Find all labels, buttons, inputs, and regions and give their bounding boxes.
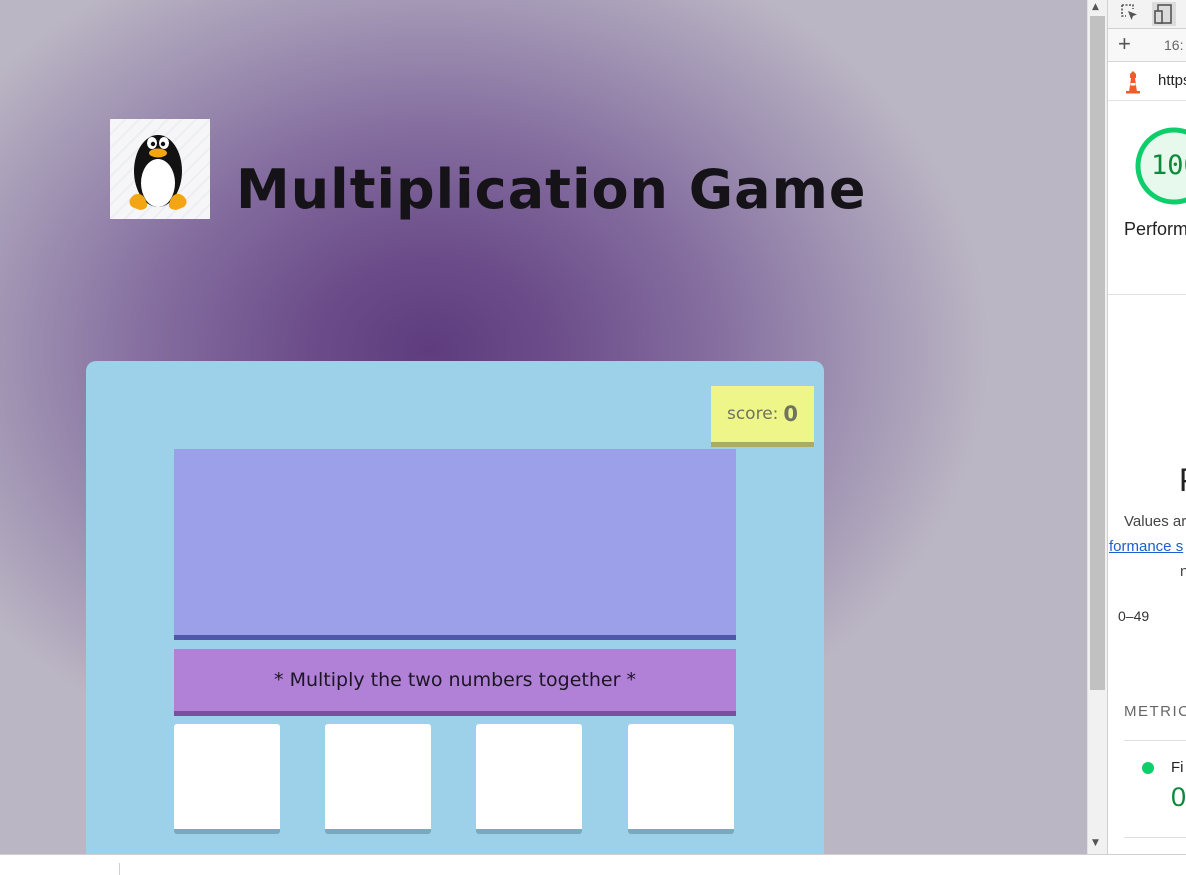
scrollbar-thumb[interactable] bbox=[1090, 16, 1105, 690]
divider bbox=[1124, 837, 1186, 838]
divider bbox=[1108, 294, 1186, 295]
penguin-logo-icon bbox=[110, 119, 210, 219]
answer-choice-2[interactable] bbox=[325, 724, 431, 834]
scroll-down-arrow-icon[interactable]: ▼ bbox=[1092, 838, 1099, 848]
page-scrollbar[interactable]: ▲ ▼ bbox=[1087, 0, 1107, 854]
devtools-panel: + 16: https 100 Perform P Values ar form… bbox=[1107, 0, 1186, 854]
device-toolbar-icon[interactable] bbox=[1152, 2, 1176, 26]
game-panel: score: 0 * Multiply the two numbers toge… bbox=[86, 361, 824, 854]
lighthouse-icon bbox=[1124, 70, 1142, 94]
divider bbox=[119, 863, 120, 875]
report-url: https bbox=[1158, 72, 1186, 89]
report-url-row: https bbox=[1108, 62, 1186, 101]
section-heading: P bbox=[1179, 462, 1186, 499]
performance-score-value: 100 bbox=[1151, 150, 1186, 181]
score-value: 0 bbox=[783, 402, 799, 426]
page-content: Multiplication Game score: 0 * Multiply … bbox=[0, 0, 1087, 854]
instruction-text: * Multiply the two numbers together * bbox=[274, 669, 636, 691]
values-estimate-text: Values ar bbox=[1124, 513, 1186, 530]
question-display bbox=[174, 449, 736, 640]
devtools-toolbar bbox=[1108, 0, 1186, 29]
report-time[interactable]: 16: bbox=[1164, 37, 1183, 53]
score-box: score: 0 bbox=[711, 386, 814, 447]
page-title: Multiplication Game bbox=[236, 158, 867, 221]
metrics-heading: METRIC bbox=[1124, 703, 1186, 720]
report-tabs: + 16: bbox=[1108, 29, 1186, 62]
inspect-element-icon[interactable] bbox=[1120, 3, 1140, 23]
scroll-up-arrow-icon[interactable]: ▲ bbox=[1092, 2, 1099, 12]
score-label: score: bbox=[726, 404, 779, 424]
pass-indicator-icon bbox=[1142, 762, 1154, 774]
answer-choice-1[interactable] bbox=[174, 724, 280, 834]
metric-label: Fi bbox=[1171, 759, 1184, 776]
divider bbox=[1124, 740, 1186, 741]
answer-choice-4[interactable] bbox=[628, 724, 734, 834]
metric-value: 0 bbox=[1171, 782, 1186, 812]
score-calculator-link[interactable]: formance s bbox=[1109, 538, 1183, 555]
answer-choice-3[interactable] bbox=[476, 724, 582, 834]
bottom-status-bar bbox=[0, 854, 1186, 875]
instruction-box: * Multiply the two numbers together * bbox=[174, 649, 736, 716]
score-range-legend: 0–49 bbox=[1118, 608, 1150, 624]
values-estimate-text-continued: n bbox=[1180, 563, 1186, 580]
performance-score-label: Perform bbox=[1124, 219, 1186, 239]
new-report-button[interactable]: + bbox=[1118, 32, 1131, 56]
